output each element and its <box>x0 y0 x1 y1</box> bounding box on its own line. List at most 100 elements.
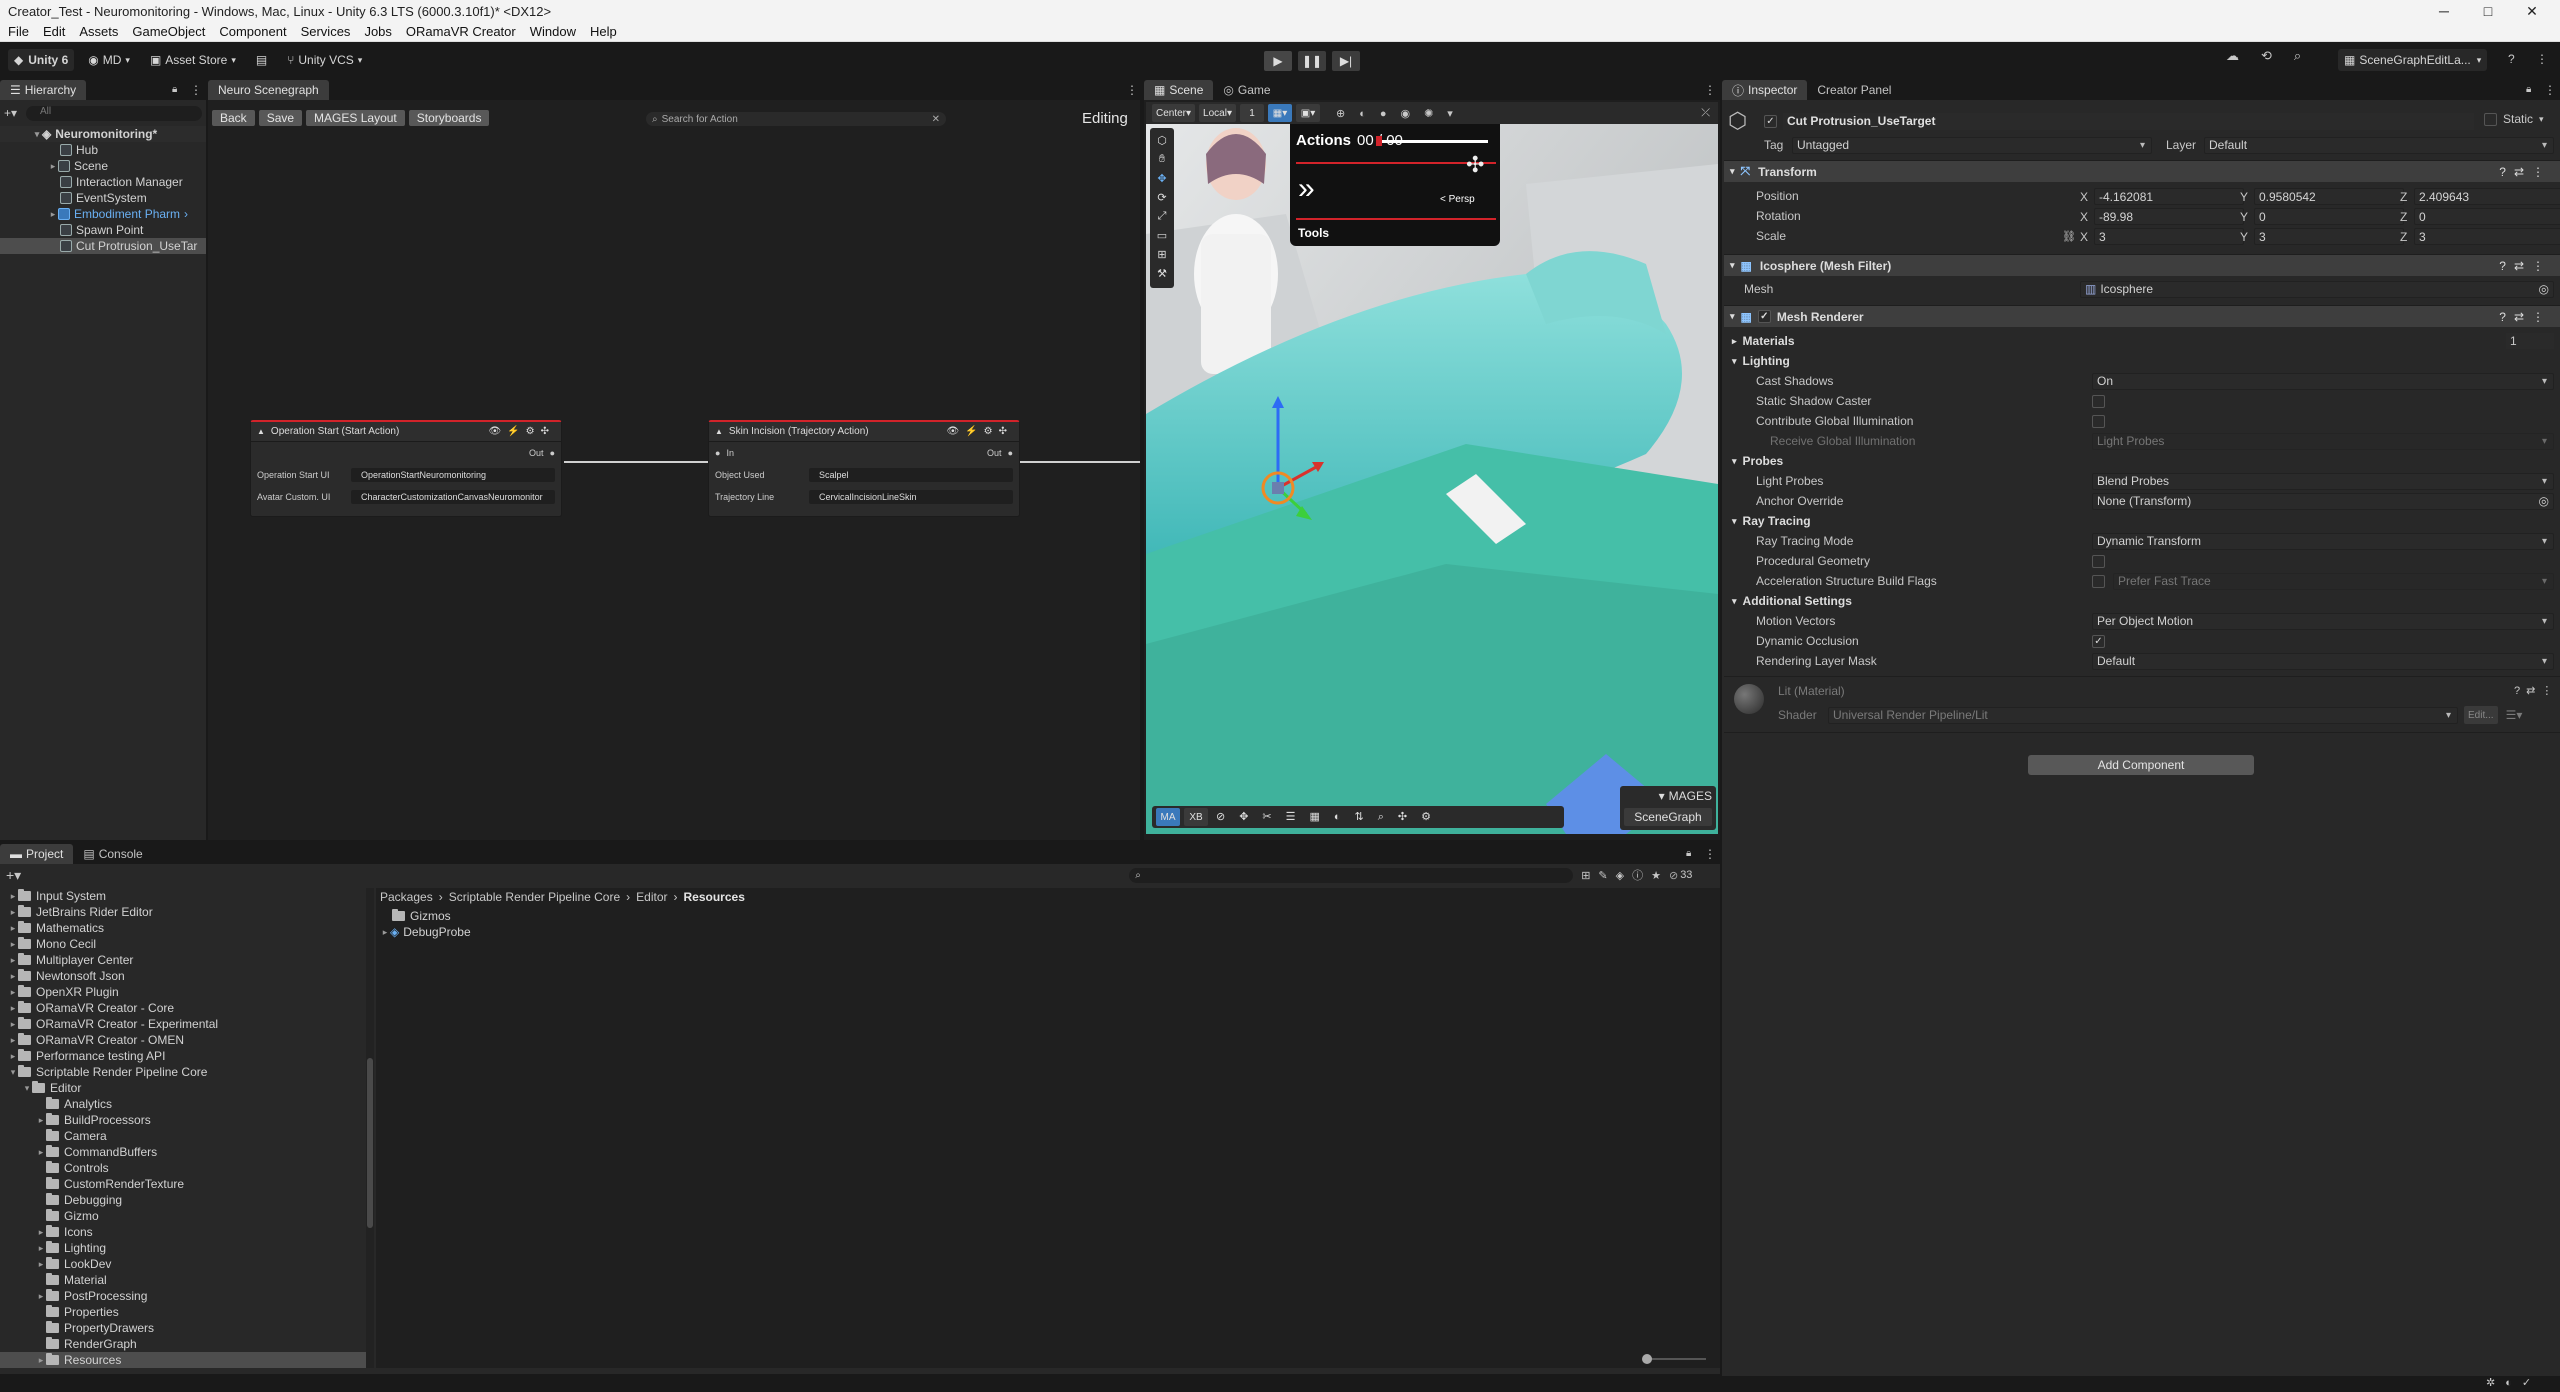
pivot-dropdown[interactable]: Center ▾ <box>1152 104 1196 122</box>
dynamic-occlusion-checkbox[interactable]: ✓ <box>2092 634 2105 648</box>
cast-shadows-dropdown[interactable]: On <box>2092 372 2554 390</box>
hierarchy-item-cut-protrusion[interactable]: Cut Protrusion_UseTar <box>0 238 206 254</box>
menu-edit[interactable]: Edit <box>43 24 65 39</box>
menu-dots-icon[interactable]: ⋮ <box>2544 83 2556 97</box>
project-search-input[interactable]: ⌕ <box>1129 867 1574 883</box>
mages-tool-icons[interactable]: ⊘✥✂☰▦◐⇅⌕✣⚙ <box>1216 810 1445 824</box>
scene-viewport[interactable]: Actions00 / 00 » < Persp Tools ✣ ⬡ ✋︎ ✥ … <box>1146 124 1718 834</box>
project-tree-item[interactable]: RenderGraph <box>0 1336 366 1352</box>
position-y-field[interactable]: 0.9580542 <box>2254 188 2404 205</box>
component-tools-icons[interactable]: ?⇄⋮ <box>2499 259 2552 273</box>
rt-mode-dropdown[interactable]: Dynamic Transform <box>2092 532 2554 550</box>
project-tree-item[interactable]: Debugging <box>0 1192 366 1208</box>
project-tree-item[interactable]: ▸ Performance testing API <box>0 1048 366 1064</box>
tag-dropdown[interactable]: Untagged <box>1792 136 2152 154</box>
shader-dropdown[interactable]: Universal Render Pipeline/Lit <box>1828 706 2458 724</box>
rotation-x-field[interactable]: -89.98 <box>2094 208 2244 225</box>
component-tools-icons[interactable]: ?⇄⋮ <box>2499 165 2552 179</box>
scale-x[interactable]: X3 <box>2080 228 2244 245</box>
scale-y[interactable]: Y3 <box>2240 228 2404 245</box>
ray-tracing-foldout[interactable]: ▾ Ray Tracing <box>1732 512 1811 530</box>
account-button[interactable]: ◉ MD ▾ <box>82 49 136 71</box>
object-name-field[interactable]: Cut Protrusion_UseTarget <box>1783 112 2474 130</box>
menu-dots-icon[interactable]: ⋮ <box>1704 83 1716 97</box>
add-icon[interactable]: +▾ <box>6 867 21 884</box>
project-tree-item[interactable]: ▸ Resources <box>0 1352 366 1368</box>
play-button[interactable]: ▶ <box>1264 51 1292 71</box>
fold-icon[interactable]: ▸ <box>8 1003 18 1014</box>
project-tree-item[interactable]: ▸ BuildProcessors <box>0 1112 366 1128</box>
anchor-override-field[interactable]: None (Transform) ◎ <box>2092 492 2554 510</box>
project-tree-scrollbar[interactable] <box>366 888 374 1368</box>
tab-creator-panel[interactable]: Creator Panel <box>1807 80 1901 100</box>
hierarchy-item-interaction-manager[interactable]: Interaction Manager <box>0 174 206 190</box>
history-icon[interactable]: ⟲ <box>2261 48 2272 64</box>
action-search-field[interactable]: ⌕ Search for Action ✕ <box>646 112 946 126</box>
project-tree-item[interactable]: ▸ ORamaVR Creator - Experimental <box>0 1016 366 1032</box>
tab-neuro-scenegraph[interactable]: Neuro Scenegraph <box>208 80 329 100</box>
project-tree-item[interactable]: CustomRenderTexture <box>0 1176 366 1192</box>
tab-game[interactable]: ◎ Game <box>1213 80 1280 100</box>
fold-icon[interactable]: ▸ <box>8 1051 18 1062</box>
hand-tool-icon[interactable]: ✋︎ <box>1159 153 1165 166</box>
tab-inspector[interactable]: ⓘ Inspector <box>1722 80 1808 100</box>
scenegraph-button[interactable]: SceneGraph <box>1624 808 1712 826</box>
procedural-geometry-checkbox[interactable] <box>2092 554 2105 568</box>
position-y[interactable]: Y 0.9580542 <box>2240 188 2404 205</box>
trajectory-line-field[interactable]: CervicalIncisionLineSkin <box>809 490 1013 504</box>
orientation-gizmo-icon[interactable]: ✣ <box>1466 152 1484 178</box>
chevron-down-icon[interactable]: ▾ <box>2539 114 2544 125</box>
materials-count-field[interactable]: 1 <box>2506 333 2554 349</box>
hud-slider-handle[interactable] <box>1376 136 1382 146</box>
icon-size-slider[interactable] <box>1642 1354 1706 1364</box>
probes-foldout[interactable]: ▾ Probes <box>1732 452 1783 470</box>
project-tree-item[interactable]: ▸ Input System <box>0 888 366 904</box>
collapse-icon[interactable]: ▲ <box>715 427 723 436</box>
lock-icon[interactable]: 🔒︎ <box>172 84 177 95</box>
lighting-foldout[interactable]: ▾ Lighting <box>1732 352 1790 370</box>
persp-label[interactable]: < Persp <box>1440 194 1475 205</box>
project-tree-item[interactable]: Camera <box>0 1128 366 1144</box>
link-icon[interactable]: ⛓ <box>2062 230 2076 243</box>
snap-field[interactable]: 1 <box>1239 104 1264 122</box>
project-tree-item[interactable]: Controls <box>0 1160 366 1176</box>
lock-icon[interactable]: 🔒︎ <box>1686 848 1691 859</box>
scale-y-field[interactable]: 3 <box>2254 228 2404 245</box>
hierarchy-root-scene[interactable]: ▾ ◈ Neuromonitoring* <box>0 126 206 142</box>
rotation-z[interactable]: Z0 <box>2400 208 2560 225</box>
hierarchy-item-scene[interactable]: ▸ Scene <box>0 158 206 174</box>
scale-z-field[interactable]: 3 <box>2414 228 2560 245</box>
fold-icon[interactable]: ▸ <box>8 907 18 918</box>
list-item[interactable]: Gizmos <box>376 908 1720 924</box>
project-tree-item[interactable]: ▾ Editor <box>0 1080 366 1096</box>
project-tree-item[interactable]: ▸ PostProcessing <box>0 1288 366 1304</box>
search-icon[interactable]: ⌕ <box>2294 48 2301 64</box>
minimize-icon[interactable]: ─ <box>2424 0 2464 22</box>
tab-hierarchy[interactable]: ☰ Hierarchy <box>0 80 87 100</box>
mesh-field[interactable]: ▥ Icosphere ◎ <box>2080 280 2554 298</box>
list-icon[interactable]: ☰▾ <box>2506 708 2523 722</box>
object-picker-icon[interactable]: ◎ <box>2539 282 2549 296</box>
custom-tool-icon[interactable]: ⚒ <box>1157 267 1167 280</box>
accel-flags-checkbox[interactable] <box>2092 574 2105 588</box>
rotate-tool-icon[interactable]: ⟳ <box>1157 191 1166 204</box>
project-tree-item[interactable]: PropertyDrawers <box>0 1320 366 1336</box>
project-tree-item[interactable]: ▸ Mono Cecil <box>0 936 366 952</box>
clear-icon[interactable]: ✕ <box>932 114 940 125</box>
menu-window[interactable]: Window <box>530 24 576 39</box>
node-skin-incision[interactable]: ▲ Skin Incision (Trajectory Action) 👁︎⚡⚙… <box>708 420 1020 517</box>
rect-tool-icon[interactable]: ▭ <box>1157 229 1167 242</box>
project-tree-item[interactable]: ▸ OpenXR Plugin <box>0 984 366 1000</box>
asset-store-button[interactable]: ▣ Asset Store ▾ <box>144 49 242 71</box>
unity-menu-button[interactable]: ◆ Unity 6 <box>8 49 75 71</box>
fold-icon[interactable]: ▸ <box>8 923 18 934</box>
fold-icon[interactable]: ▸ <box>36 1355 46 1366</box>
position-z[interactable]: Z 2.409643 <box>2400 188 2560 205</box>
hierarchy-search-input[interactable]: All <box>26 105 202 121</box>
active-checkbox[interactable]: ✓ <box>1764 114 1777 128</box>
menu-gameobject[interactable]: GameObject <box>132 24 205 39</box>
lock-icon[interactable]: 🔒︎ <box>2526 84 2531 95</box>
tab-project[interactable]: ▬ Project <box>0 844 74 864</box>
step-button[interactable]: ▶| <box>1332 51 1360 71</box>
status-icons[interactable]: ✲◐✓ <box>2486 1376 2541 1389</box>
